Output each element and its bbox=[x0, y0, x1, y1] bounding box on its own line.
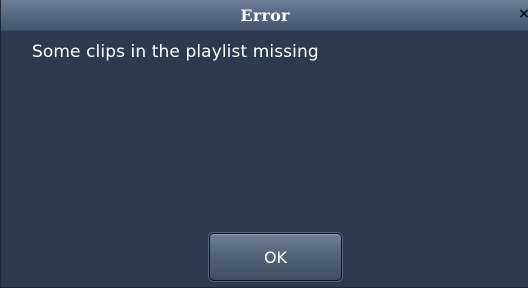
error-dialog: Error × Some clips in the playlist missi… bbox=[0, 0, 528, 288]
dialog-title: Error bbox=[240, 6, 290, 25]
dialog-titlebar: Error × bbox=[1, 0, 528, 31]
error-message: Some clips in the playlist missing bbox=[32, 42, 319, 62]
close-icon[interactable]: × bbox=[517, 6, 528, 22]
ok-button[interactable]: OK bbox=[209, 233, 342, 281]
